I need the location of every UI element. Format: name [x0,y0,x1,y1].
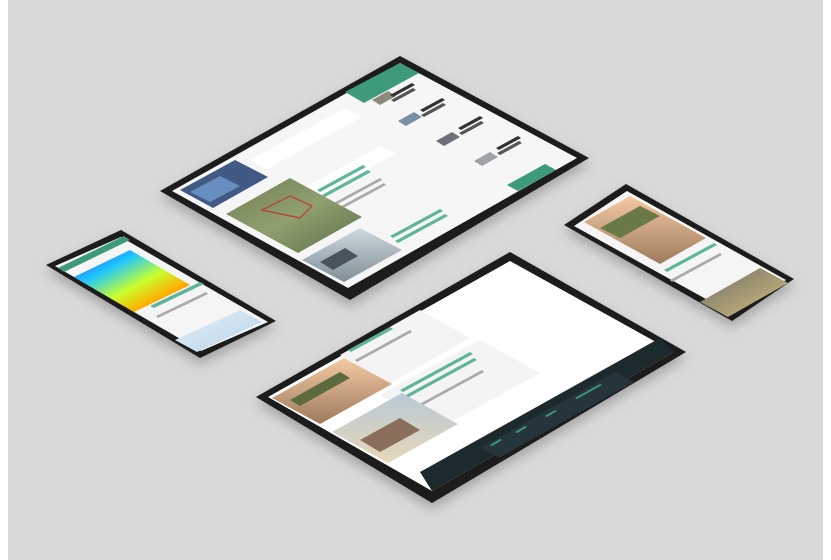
phone-left [46,230,276,358]
tablet-bottom [256,252,686,503]
phone-right [564,184,794,321]
device-mockup-scene [46,56,794,503]
